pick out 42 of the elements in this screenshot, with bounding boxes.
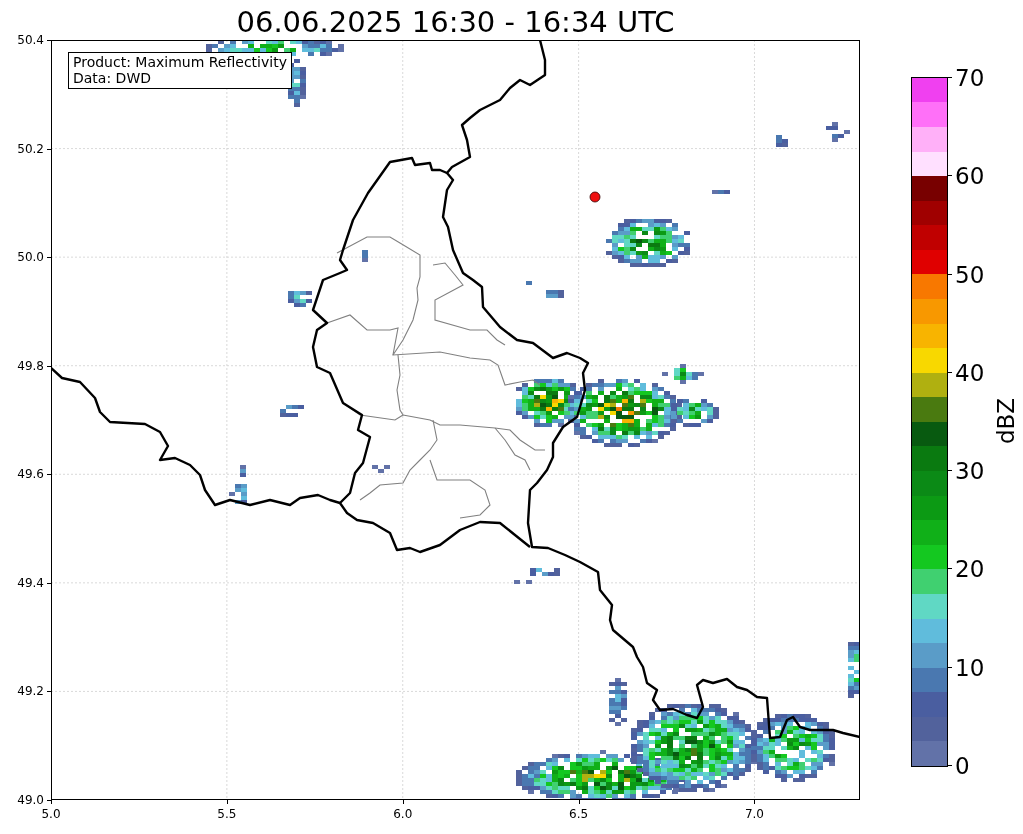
colorbar-tick-label: 40 bbox=[955, 360, 985, 387]
colorbar-tick-label: 10 bbox=[955, 655, 985, 681]
radar-echo bbox=[776, 135, 788, 147]
location-marker bbox=[589, 191, 601, 203]
radar-echo bbox=[546, 290, 564, 298]
colorbar-tick-label: 70 bbox=[955, 65, 985, 92]
latitude-label: 49.0 bbox=[17, 793, 44, 807]
chart-title: 06.06.2025 16:30 - 16:34 UTC bbox=[235, 4, 676, 40]
radar-echo bbox=[826, 122, 850, 142]
radar-echo bbox=[362, 250, 368, 262]
latitude-label: 50.0 bbox=[17, 250, 44, 265]
radar-echo bbox=[372, 465, 390, 473]
radar-echo bbox=[229, 484, 247, 504]
colorbar-tick-label: 50 bbox=[955, 261, 985, 288]
latitude-label: 49.2 bbox=[17, 684, 44, 699]
latitude-label: 50.4 bbox=[17, 33, 44, 47]
annotation-text: Data: DWD bbox=[73, 70, 152, 86]
longitude-label: 5.5 bbox=[217, 807, 237, 821]
radar-echo bbox=[280, 405, 304, 417]
colorbar-tick-label: 0 bbox=[955, 753, 970, 780]
annotation-text: Product: Maximum Reflectivity bbox=[73, 54, 287, 70]
longitude-label: 7.0 bbox=[744, 807, 764, 821]
longitude-label: 6.0 bbox=[393, 807, 413, 821]
radar-echo bbox=[530, 568, 560, 576]
latitude-label: 50.2 bbox=[17, 141, 44, 156]
radar-echo bbox=[712, 190, 730, 194]
latitude-label: 49.4 bbox=[17, 575, 44, 590]
colorbar-label: dBZ bbox=[993, 397, 1019, 445]
colorbar-tick-label: 20 bbox=[955, 556, 985, 583]
latitude-label: 49.6 bbox=[17, 467, 44, 482]
colorbar-tick-label: 30 bbox=[955, 458, 985, 485]
longitude-label: 5.0 bbox=[41, 807, 61, 821]
longitude-label: 6.5 bbox=[569, 807, 589, 821]
latitude-label: 49.8 bbox=[17, 358, 44, 373]
radar-echo bbox=[609, 678, 627, 726]
district-border bbox=[429, 459, 491, 519]
radar-echo bbox=[288, 291, 312, 307]
radar-echo bbox=[514, 580, 532, 584]
radar-echo bbox=[848, 642, 860, 698]
colorbar-tick-label: 60 bbox=[955, 163, 985, 190]
radar-echo bbox=[240, 465, 246, 477]
radar-echo bbox=[526, 281, 532, 285]
